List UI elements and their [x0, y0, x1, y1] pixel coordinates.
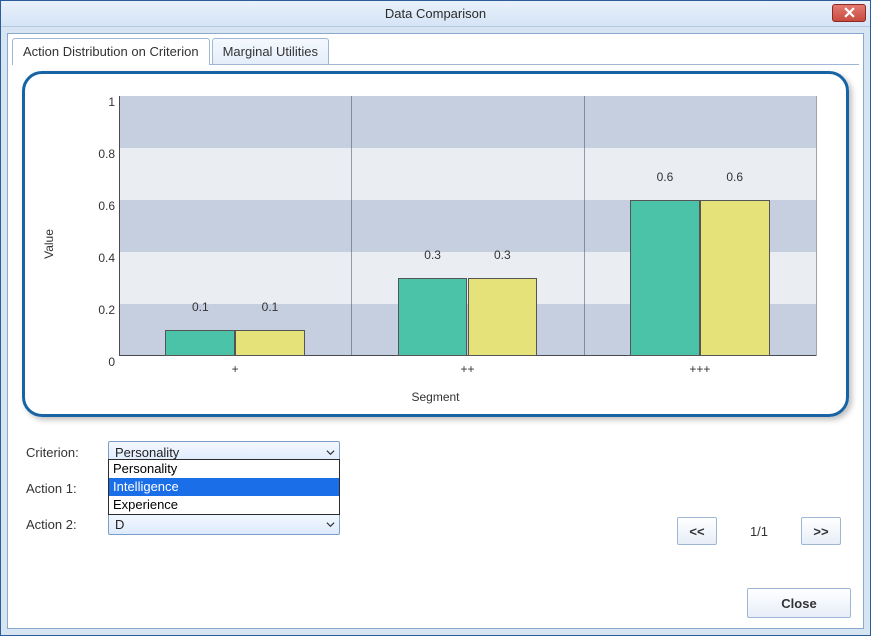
window-close-button[interactable] — [832, 4, 866, 22]
dialog-window: Data Comparison Action Distribution on C… — [0, 0, 871, 636]
close-button[interactable]: Close — [747, 588, 851, 618]
chart-bar — [398, 278, 468, 356]
chart-xtick: +++ — [689, 362, 710, 376]
chart-bar — [165, 330, 235, 356]
chart-yticks: 00.20.40.60.81 — [85, 96, 115, 356]
chart-vgridline — [584, 96, 585, 356]
chart-bar — [468, 278, 538, 356]
chart-bar-label: 0.6 — [657, 170, 674, 184]
titlebar: Data Comparison — [1, 1, 870, 27]
chart-bar-label: 0.3 — [494, 248, 511, 262]
pager-page-text: 1/1 — [735, 524, 783, 539]
tab-panel: Value Segment 00.20.40.60.81 ++++++ 0.10… — [12, 65, 859, 557]
tab-label: Action Distribution on Criterion — [23, 44, 199, 59]
chart-vgridline — [351, 96, 352, 356]
chart-bar-label: 0.3 — [424, 248, 441, 262]
action2-combobox[interactable]: D — [108, 513, 340, 535]
dialog-footer: Close — [747, 588, 851, 618]
chart-inner: Value Segment 00.20.40.60.81 ++++++ 0.10… — [35, 84, 836, 404]
criterion-option[interactable]: Personality — [109, 460, 339, 478]
chart-xtick: + — [232, 362, 239, 376]
chevron-down-icon — [326, 517, 335, 532]
pager-prev-button[interactable]: << — [677, 517, 717, 545]
client-area: Action Distribution on Criterion Margina… — [7, 33, 864, 629]
chart-xticks: ++++++ — [119, 360, 816, 378]
chart-frame: Value Segment 00.20.40.60.81 ++++++ 0.10… — [22, 71, 849, 417]
tab-marginal-utilities[interactable]: Marginal Utilities — [212, 38, 329, 65]
tabstrip: Action Distribution on Criterion Margina… — [12, 38, 863, 65]
chart-xtick: ++ — [460, 362, 474, 376]
criterion-selected-value: Personality — [115, 445, 179, 460]
chart-ytick: 0.6 — [85, 199, 115, 213]
chart-ytick: 0 — [85, 355, 115, 369]
chart-bar-label: 0.6 — [726, 170, 743, 184]
chart-bar — [235, 330, 305, 356]
action1-label: Action 1: — [26, 481, 108, 496]
chart-bar-label: 0.1 — [262, 300, 279, 314]
pager-prev-label: << — [689, 524, 704, 539]
chart-gridband — [119, 96, 816, 148]
action2-label: Action 2: — [26, 517, 108, 532]
chart-ytick: 1 — [85, 95, 115, 109]
chart-ytick: 0.8 — [85, 147, 115, 161]
chart-ylabel: Value — [42, 229, 56, 259]
action2-selected-value: D — [115, 517, 124, 532]
chart-xlabel: Segment — [411, 390, 459, 404]
window-title: Data Comparison — [385, 6, 486, 21]
criterion-option[interactable]: Intelligence — [109, 478, 339, 496]
chart-ytick: 0.4 — [85, 251, 115, 265]
controls-panel: Criterion: Personality PersonalityIntell… — [26, 437, 845, 557]
criterion-dropdown[interactable]: PersonalityIntelligenceExperience — [108, 459, 340, 515]
criterion-label: Criterion: — [26, 445, 108, 460]
criterion-option[interactable]: Experience — [109, 496, 339, 514]
chevron-down-icon — [326, 445, 335, 460]
chart-bar-label: 0.1 — [192, 300, 209, 314]
chart-bar — [630, 200, 700, 356]
chart-vgridline — [816, 96, 817, 356]
pager-next-button[interactable]: >> — [801, 517, 841, 545]
close-icon — [844, 6, 855, 21]
chart-bar — [700, 200, 770, 356]
chart-gridband — [119, 148, 816, 200]
chart-y-axis — [119, 96, 120, 356]
pager: << 1/1 >> — [677, 517, 841, 545]
tab-label: Marginal Utilities — [223, 44, 318, 59]
pager-next-label: >> — [813, 524, 828, 539]
chart-ytick: 0.2 — [85, 303, 115, 317]
close-button-label: Close — [781, 596, 816, 611]
tab-action-distribution[interactable]: Action Distribution on Criterion — [12, 38, 210, 65]
